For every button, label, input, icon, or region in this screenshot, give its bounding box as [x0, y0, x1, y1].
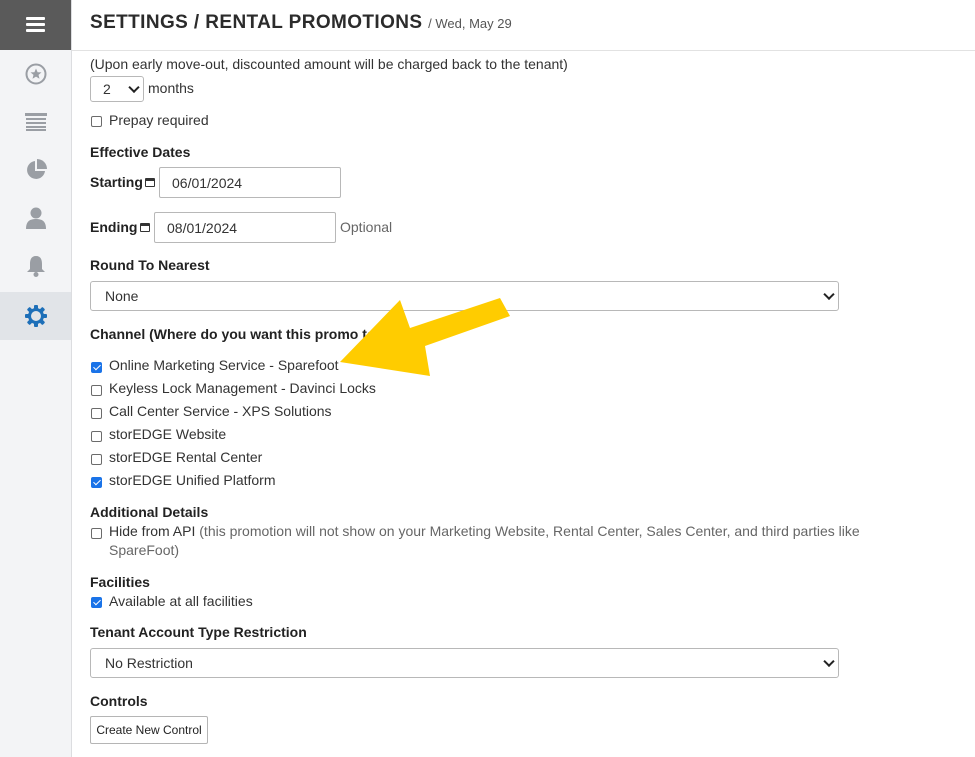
create-new-control-button[interactable]: Create New Control — [90, 716, 208, 744]
calendar-icon — [140, 223, 150, 232]
channel-label-xps: Call Center Service - XPS Solutions — [109, 403, 332, 419]
channel-label-sparefoot: Online Marketing Service - Sparefoot — [109, 357, 339, 373]
months-label: months — [148, 80, 194, 96]
ending-date-input[interactable]: 08/01/2024 — [154, 212, 336, 243]
list-icon — [24, 113, 47, 131]
starting-label: Starting — [90, 174, 143, 190]
page-title: SETTINGS / RENTAL PROMOTIONS / Wed, May … — [90, 12, 512, 34]
hide-from-api-checkbox[interactable] — [91, 528, 102, 539]
hide-from-api-label: Hide from API — [109, 523, 196, 539]
channel-label-unified-platform: storEDGE Unified Platform — [109, 472, 276, 488]
additional-details-label: Additional Details — [90, 504, 209, 520]
ending-optional-hint: Optional — [340, 219, 393, 235]
chevron-down-icon — [823, 655, 835, 668]
sidebar — [0, 0, 72, 757]
hide-from-api-text: Hide from API (this promotion will not s… — [109, 523, 860, 539]
sidebar-item-notifications[interactable] — [0, 242, 71, 290]
pie-chart-icon — [26, 159, 47, 179]
sidebar-item-list[interactable] — [0, 98, 71, 146]
facilities-label: Facilities — [90, 574, 150, 590]
tenant-type-select[interactable]: No Restriction — [90, 648, 839, 678]
sidebar-item-reports[interactable] — [0, 146, 71, 194]
annotation-arrow — [340, 298, 510, 376]
prepay-checkbox[interactable] — [91, 116, 102, 127]
chevron-down-icon — [823, 288, 835, 301]
channel-checkbox-davinci[interactable] — [91, 385, 102, 396]
channel-checkbox-xps[interactable] — [91, 408, 102, 419]
round-to-nearest-value: None — [105, 288, 139, 304]
tenant-type-label: Tenant Account Type Restriction — [90, 624, 307, 640]
channel-label-rental-center: storEDGE Rental Center — [109, 449, 263, 465]
bell-icon — [26, 256, 45, 277]
gear-icon — [24, 305, 47, 327]
months-select[interactable]: 2 — [90, 76, 144, 102]
all-facilities-label: Available at all facilities — [109, 593, 253, 609]
ending-label: Ending — [90, 219, 138, 235]
sidebar-item-settings[interactable] — [0, 292, 71, 340]
channel-checkbox-rental-center[interactable] — [91, 454, 102, 465]
controls-label: Controls — [90, 693, 148, 709]
chevron-down-icon — [128, 81, 140, 94]
months-select-value: 2 — [103, 81, 111, 97]
all-facilities-checkbox[interactable] — [91, 597, 102, 608]
channel-checkbox-sparefoot[interactable] — [91, 362, 102, 373]
channel-checkbox-website[interactable] — [91, 431, 102, 442]
channel-checkbox-unified-platform[interactable] — [91, 477, 102, 488]
page-header: SETTINGS / RENTAL PROMOTIONS / Wed, May … — [72, 0, 975, 51]
prepay-label: Prepay required — [109, 112, 209, 128]
menu-icon[interactable] — [0, 0, 71, 50]
star-icon — [25, 63, 46, 85]
sidebar-item-favorites[interactable] — [0, 50, 71, 98]
starting-date-input[interactable]: 06/01/2024 — [159, 167, 341, 198]
round-to-nearest-label: Round To Nearest — [90, 257, 210, 273]
current-date: / Wed, May 29 — [428, 16, 512, 31]
ending-date-value: 08/01/2024 — [167, 219, 238, 236]
hide-from-api-note-continued: SpareFoot) — [109, 542, 180, 558]
tenant-type-value: No Restriction — [105, 655, 193, 671]
early-moveout-note: (Upon early move-out, discounted amount … — [90, 56, 568, 72]
effective-dates-label: Effective Dates — [90, 144, 191, 160]
page-title-text: SETTINGS / RENTAL PROMOTIONS — [90, 12, 423, 33]
calendar-icon — [145, 178, 155, 187]
user-icon — [25, 207, 46, 229]
channel-label-website: storEDGE Website — [109, 426, 227, 442]
hide-from-api-note: (this promotion will not show on your Ma… — [199, 523, 860, 539]
sidebar-item-tenants[interactable] — [0, 194, 71, 242]
starting-date-value: 06/01/2024 — [172, 174, 243, 191]
